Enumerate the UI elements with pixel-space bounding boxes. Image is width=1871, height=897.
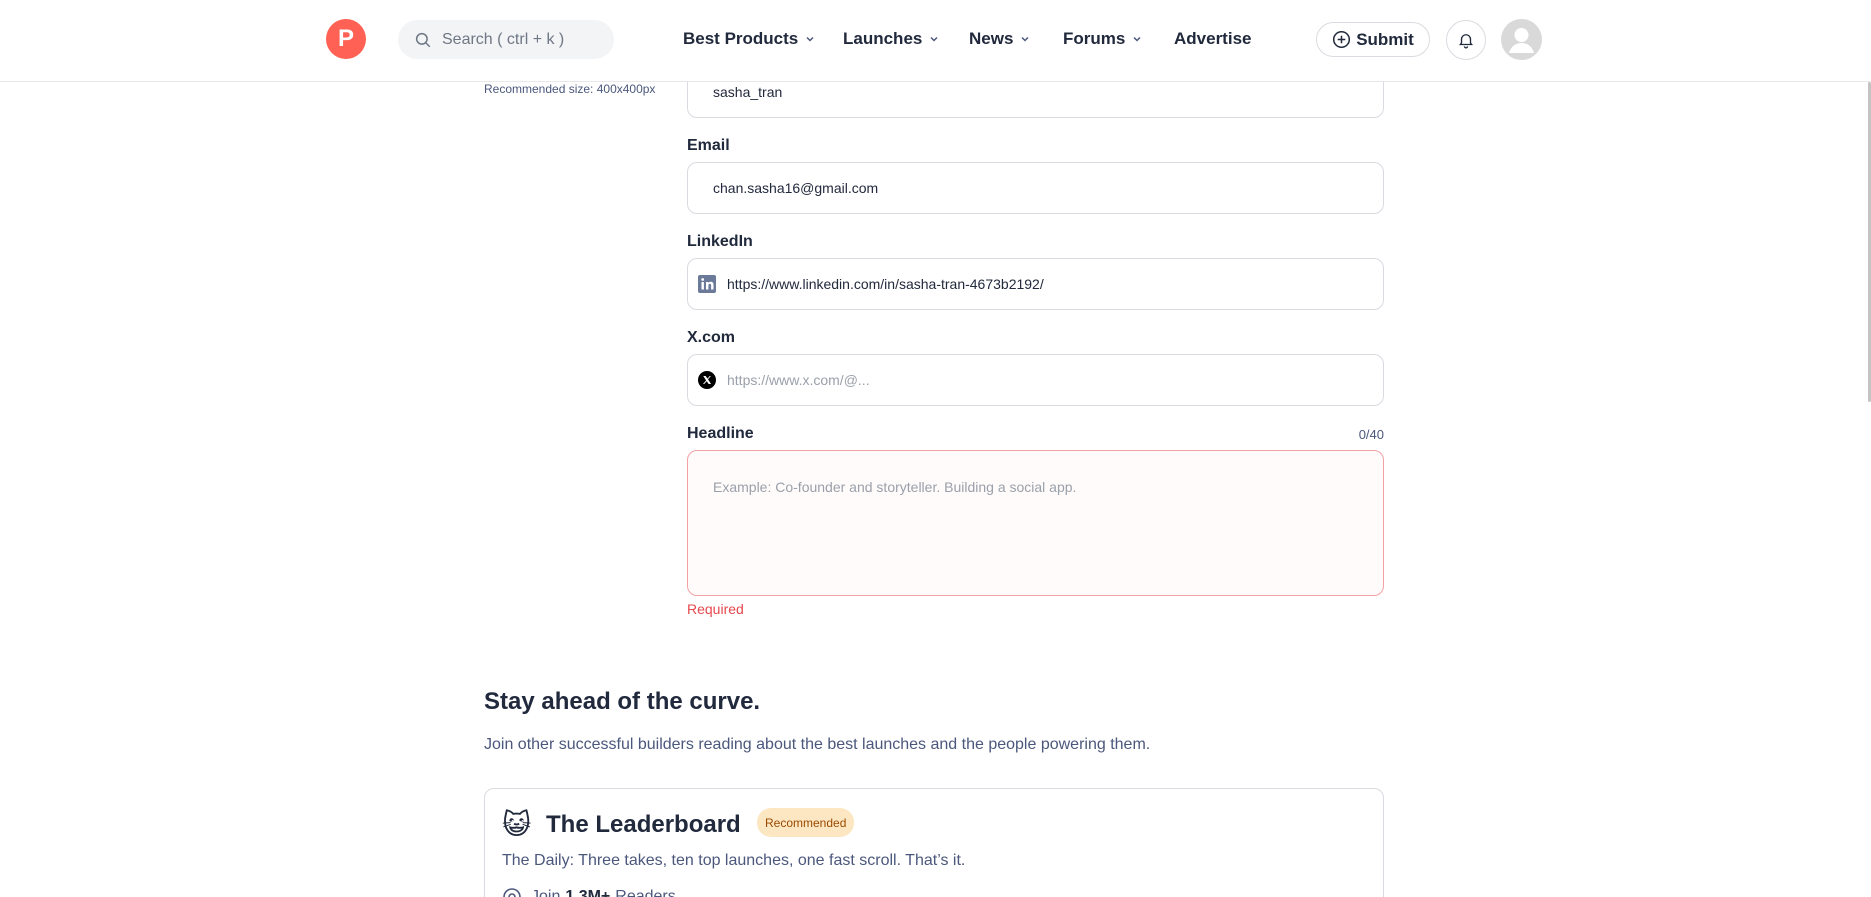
join-suffix: Readers bbox=[615, 888, 676, 897]
chevron-down-icon bbox=[930, 36, 938, 42]
linkedin-input[interactable] bbox=[727, 276, 1347, 292]
nav-label: Launches bbox=[843, 29, 923, 48]
nav-label: Forums bbox=[1063, 29, 1126, 48]
avatar-recommended-size: Recommended size: 400x400px bbox=[484, 82, 656, 96]
cat-emoji-icon: 😺 bbox=[502, 809, 532, 840]
user-avatar[interactable] bbox=[1501, 19, 1542, 60]
product-hunt-logo[interactable]: P bbox=[326, 19, 366, 59]
nav-label: Best Products bbox=[683, 29, 799, 48]
newsletter-subheading: Join other successful builders reading a… bbox=[484, 736, 1151, 753]
recommended-badge: Recommended bbox=[757, 808, 855, 837]
nav-advertise[interactable]: Advertise bbox=[1174, 29, 1251, 49]
search-bar[interactable] bbox=[398, 20, 614, 59]
linkedin-field[interactable] bbox=[687, 258, 1384, 310]
plus-circle-icon bbox=[1333, 30, 1351, 49]
nav-news[interactable]: News bbox=[969, 29, 1030, 49]
top-header: P Best Products Launches News Forums Adv… bbox=[0, 0, 1871, 82]
eye-icon bbox=[503, 888, 521, 897]
logo-letter: P bbox=[337, 25, 354, 52]
xcom-input[interactable] bbox=[727, 372, 1347, 388]
email-input[interactable] bbox=[713, 180, 1333, 196]
nav-best-products[interactable]: Best Products bbox=[683, 29, 815, 49]
headline-textarea[interactable] bbox=[713, 479, 1358, 567]
submit-button[interactable]: Submit bbox=[1316, 22, 1430, 57]
nav-label: News bbox=[969, 29, 1014, 48]
email-field[interactable] bbox=[687, 162, 1384, 214]
user-avatar-icon bbox=[1509, 28, 1534, 53]
bell-icon bbox=[1459, 34, 1473, 49]
nav-forums[interactable]: Forums bbox=[1063, 29, 1142, 49]
xcom-label: X.com bbox=[687, 329, 736, 346]
nav-launches[interactable]: Launches bbox=[843, 29, 939, 49]
nav-label: Advertise bbox=[1174, 29, 1252, 48]
chevron-down-icon bbox=[1133, 36, 1141, 42]
newsletter-card[interactable]: 😺 The Leaderboard Recommended The Daily:… bbox=[484, 788, 1384, 897]
newsletter-card-description: The Daily: Three takes, ten top launches… bbox=[502, 852, 966, 869]
newsletter-heading: Stay ahead of the curve. bbox=[484, 688, 761, 715]
newsletter-reader-count: Join 1.3M+ Readers bbox=[502, 887, 676, 897]
headline-error-message: Required bbox=[687, 601, 744, 617]
headline-field[interactable] bbox=[687, 450, 1384, 596]
headline-label: Headline bbox=[687, 425, 754, 442]
join-count: 1.3M+ bbox=[565, 888, 611, 897]
search-icon bbox=[415, 32, 431, 47]
xcom-field[interactable] bbox=[687, 354, 1384, 406]
chevron-down-icon bbox=[806, 36, 814, 42]
join-prefix: Join bbox=[531, 888, 561, 897]
newsletter-card-title: The Leaderboard bbox=[546, 811, 741, 838]
username-input[interactable] bbox=[713, 84, 1333, 100]
x-logo-icon bbox=[698, 371, 716, 389]
headline-char-counter: 0/40 bbox=[1358, 427, 1384, 442]
submit-label: Submit bbox=[1356, 29, 1414, 49]
linkedin-icon bbox=[698, 275, 716, 293]
linkedin-label: LinkedIn bbox=[687, 233, 753, 250]
chevron-down-icon bbox=[1021, 36, 1029, 42]
search-input[interactable] bbox=[442, 30, 602, 49]
notifications-button[interactable] bbox=[1446, 20, 1486, 60]
email-label: Email bbox=[687, 137, 730, 154]
